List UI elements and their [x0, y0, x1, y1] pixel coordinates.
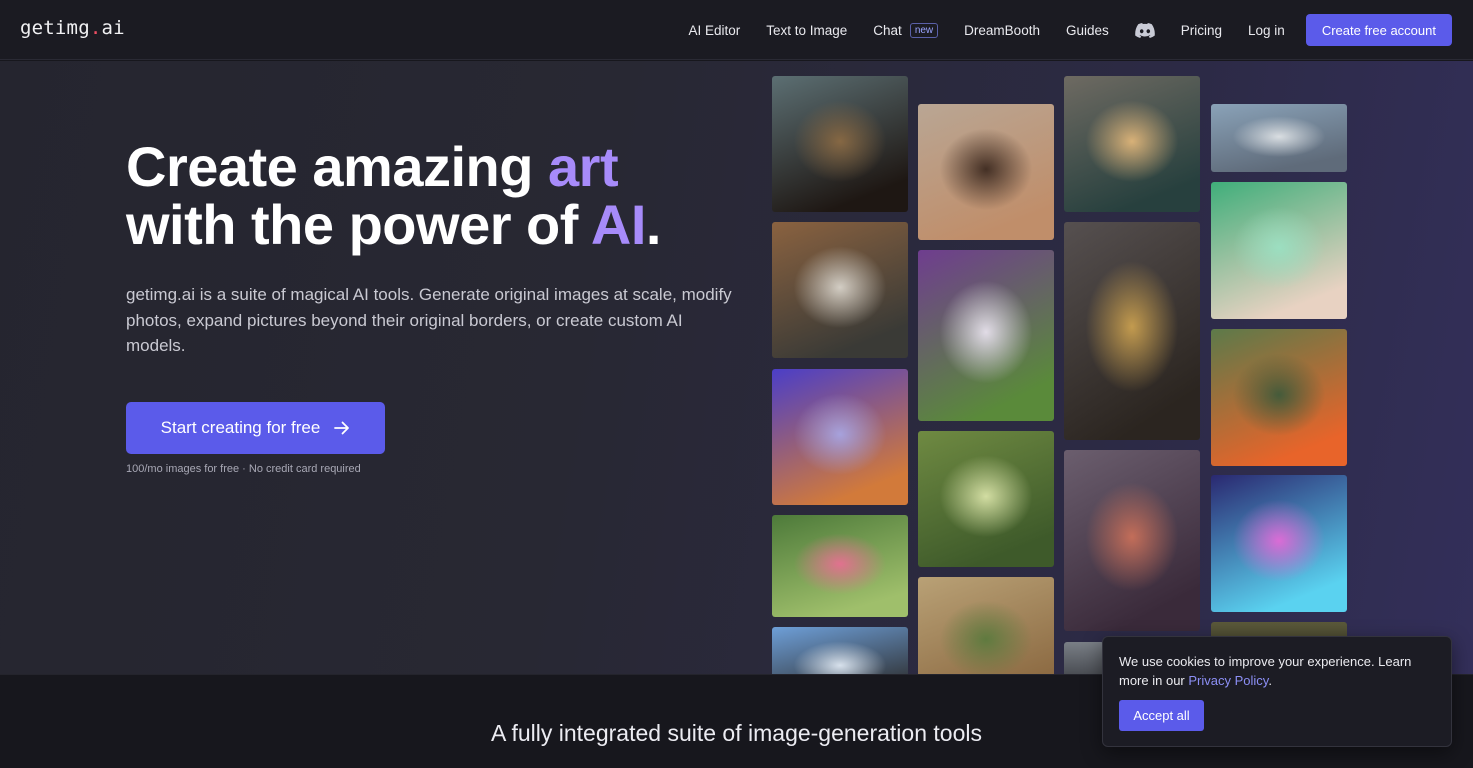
- gallery-image-flower-woman: [918, 250, 1054, 421]
- gallery-image-bedroom: [772, 222, 908, 358]
- gallery-image-koi-pond: [1211, 329, 1347, 466]
- title-accent-ai: AI: [590, 193, 647, 256]
- nav-links: AI Editor Text to Image Chat new DreamBo…: [688, 0, 1452, 60]
- gallery-image-horseman: [772, 627, 908, 674]
- nav-text-to-image[interactable]: Text to Image: [766, 23, 847, 38]
- logo-text: getimg: [20, 17, 90, 39]
- title-line2-text: with the power of: [126, 193, 591, 256]
- start-creating-label: Start creating for free: [160, 418, 321, 437]
- title-line1-text: Create amazing: [126, 135, 548, 198]
- title-period: .: [645, 193, 662, 256]
- gallery-image-green-hair-girl: [1211, 182, 1347, 319]
- new-badge: new: [909, 22, 939, 38]
- gallery-image-golden-skull: [1064, 222, 1200, 440]
- title-accent-art: art: [548, 135, 619, 198]
- gallery-image-man-portrait: [772, 76, 908, 212]
- hero-description: getimg.ai is a suite of magical AI tools…: [126, 285, 732, 355]
- gallery-image-cat: [772, 369, 908, 505]
- logo-dot: .: [89, 17, 102, 39]
- nav-guides[interactable]: Guides: [1066, 23, 1109, 38]
- gallery-image-clouds: [1211, 104, 1347, 172]
- gallery-image-tree-meadow: [918, 431, 1054, 567]
- hero-title: Create amazing art with the power of AI.: [126, 138, 661, 254]
- free-tier-note: 100/mo images for free · No credit card …: [126, 463, 361, 475]
- cookie-message: We use cookies to improve your experienc…: [1119, 653, 1437, 690]
- arrow-right-icon: [334, 421, 350, 435]
- nav-pricing[interactable]: Pricing: [1181, 23, 1222, 38]
- gallery-image-hamster: [1211, 475, 1347, 612]
- cookie-banner: We use cookies to improve your experienc…: [1102, 636, 1452, 747]
- accept-all-button[interactable]: Accept all: [1119, 700, 1204, 731]
- top-navbar: getimg.ai AI Editor Text to Image Chat n…: [0, 0, 1473, 60]
- start-creating-button[interactable]: Start creating for free: [126, 402, 385, 454]
- logo-suffix: ai: [101, 17, 125, 39]
- create-account-button[interactable]: Create free account: [1305, 14, 1452, 46]
- privacy-policy-link[interactable]: Privacy Policy: [1188, 673, 1268, 688]
- cookie-text-post: .: [1268, 672, 1272, 688]
- nav-chat-label: Chat: [873, 22, 902, 38]
- nav-ai-editor[interactable]: AI Editor: [688, 23, 740, 38]
- gallery-image-curly-man: [918, 104, 1054, 240]
- gallery-image-roses: [772, 515, 908, 617]
- nav-dreambooth[interactable]: DreamBooth: [964, 23, 1040, 38]
- gallery-image-pyramid: [918, 577, 1054, 674]
- gallery-image-partial: [1064, 642, 1104, 674]
- nav-login[interactable]: Log in: [1248, 23, 1285, 38]
- gallery-image-stormy-sea: [1064, 76, 1200, 212]
- logo[interactable]: getimg.ai: [20, 17, 125, 39]
- hero-section: Create amazing art with the power of AI.…: [0, 61, 1473, 674]
- gallery-image-mushroom-forest: [1064, 450, 1200, 631]
- nav-chat[interactable]: Chat new: [873, 22, 939, 38]
- discord-icon[interactable]: [1134, 22, 1155, 38]
